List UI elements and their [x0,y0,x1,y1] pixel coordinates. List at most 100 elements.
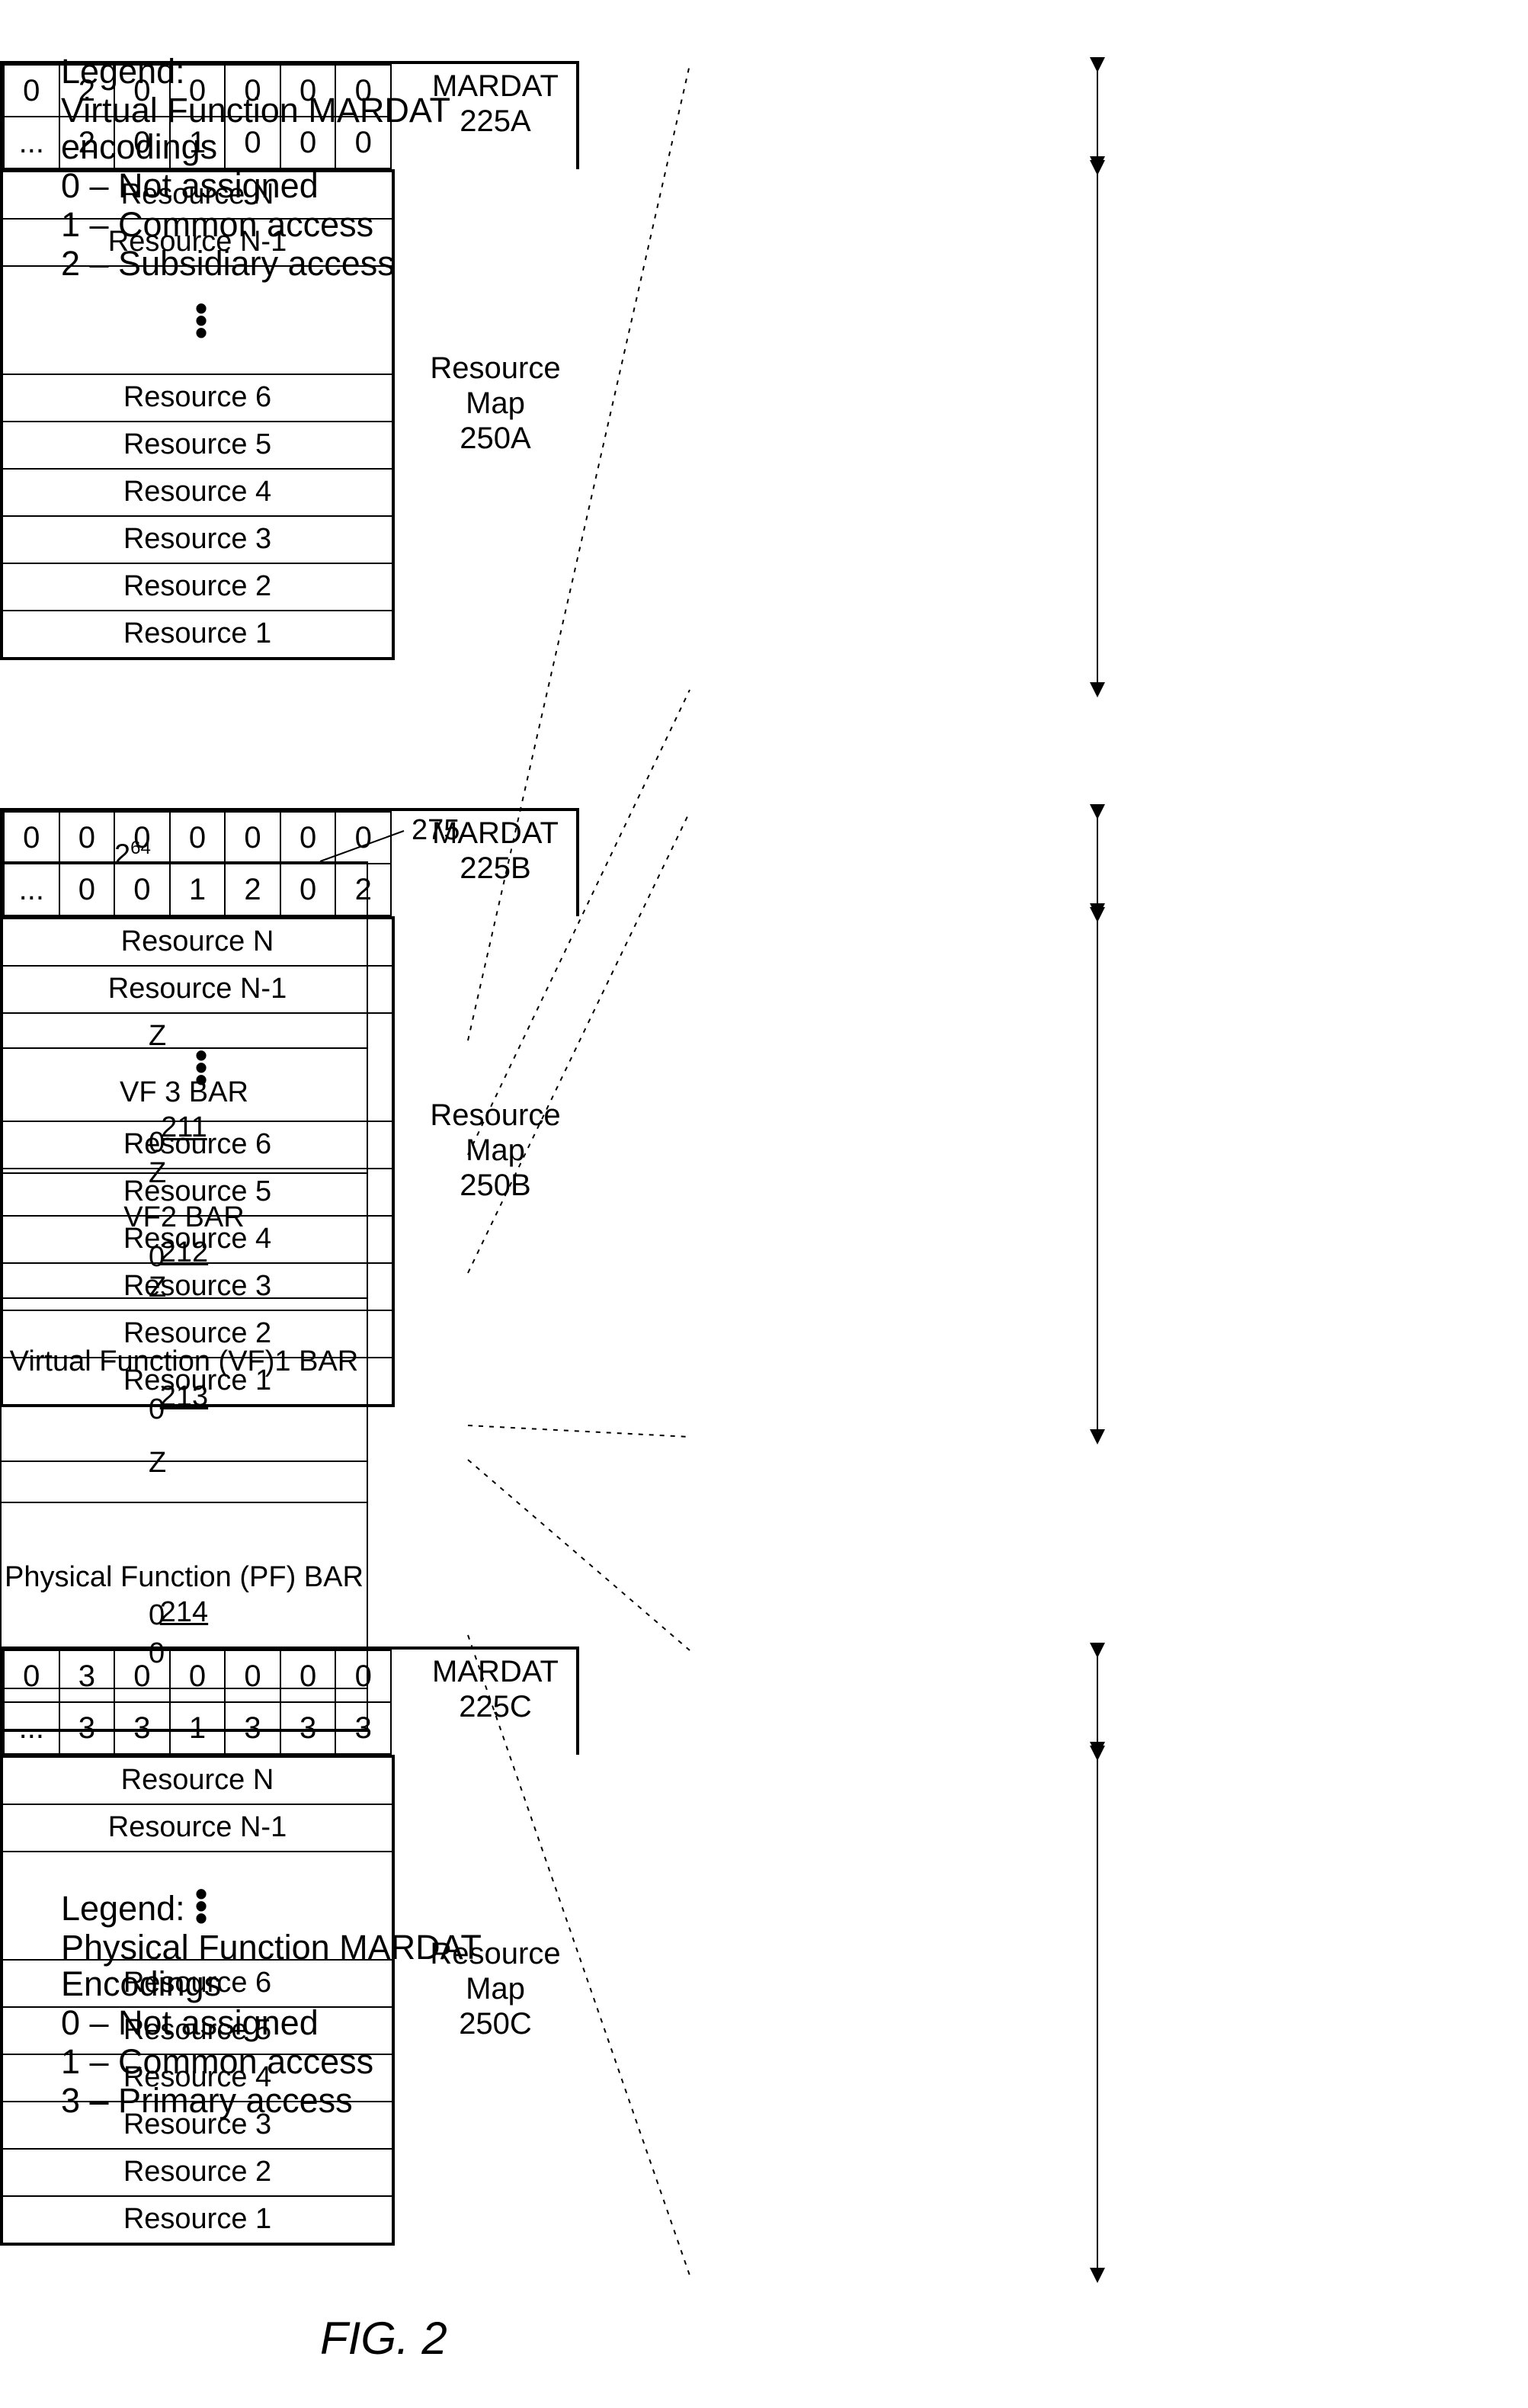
mardat-cell: 2 [59,117,115,168]
mardat-id-text: 225A [460,104,530,138]
mardat-cell: 3 [114,1702,170,1754]
resource-gap: ••• [3,265,392,374]
mardat-row: ... 2 0 1 0 0 0 [4,117,391,168]
mardat-row: ... 0 0 1 2 0 2 [4,864,391,915]
mardat-cell: 3 [280,1702,336,1754]
resource-row: Resource 5 [3,421,392,468]
resource-row: Resource N [3,172,392,218]
resource-row: Resource N-1 [3,218,392,265]
mardat-label-b: MARDAT 225B [412,816,579,886]
mardat-label-a: MARDAT 225A [412,69,579,139]
addr-seg-label: Physical Function (PF) BAR [5,1563,364,1593]
mardat-cell: 2 [335,864,391,915]
resource-block-c: Z Y 0 0 3 0 0 0 0 0 ... 3 3 1 3 [0,1646,579,2246]
mardat-cell: 0 [225,65,280,117]
resource-row: Resource 1 [3,1357,392,1404]
resource-row: Resource 5 [3,1168,392,1215]
resource-map-label-text: Resource Map [430,1937,560,2006]
mardat-label-text: MARDAT [432,1655,559,1688]
mardat-cell: 2 [59,65,115,117]
resource-row: Resource 4 [3,468,392,515]
resource-row: Resource 3 [3,1262,392,1310]
addr-seg-id: 214 [160,1598,208,1628]
mardat-cell: 1 [170,117,226,168]
resource-row: Resource 2 [3,563,392,610]
resource-row: Resource 3 [3,515,392,563]
mardat-cell: ... [4,1702,59,1754]
mardat-cell: 0 [4,812,59,864]
mardat-cell: 1 [170,1702,226,1754]
resource-row: Resource 6 [3,374,392,421]
mardat-cell: 0 [280,864,336,915]
mardat-cell: 0 [335,1650,391,1702]
mardat-cell: 0 [170,812,226,864]
mardat-cell: 0 [225,117,280,168]
mardat-cell: ... [4,864,59,915]
resource-row: Resource 3 [3,2101,392,2148]
resource-map-id-text: 250C [459,2007,532,2041]
resource-row: Resource N [3,919,392,965]
resource-row: Resource 4 [3,1215,392,1262]
resource-map-label-text: Resource Map [430,351,560,420]
mardat-id-text: 225C [459,1690,532,1723]
mardat-cell: 0 [114,864,170,915]
mardat-cell: 0 [335,65,391,117]
mardat-cell: 0 [280,117,336,168]
mardat-cell: 2 [225,864,280,915]
mardat-cell: 0 [335,117,391,168]
mardat-cell: 3 [225,1702,280,1754]
mardat-cell: 3 [59,1650,115,1702]
resource-map-a: Resource N Resource N-1 ••• Resource 6 R… [0,169,395,660]
mardat-row: ... 3 3 1 3 3 3 [4,1702,391,1754]
addr-seg-spacer [2,1461,367,1502]
mardat-cell: 0 [225,1650,280,1702]
mardat-cell: 0 [114,117,170,168]
resource-map-b: Resource N Resource N-1 ••• Resource 6 R… [0,916,395,1407]
mardat-label-c: MARDAT 225C [412,1654,579,1724]
addr-bound-z: Z [149,1448,166,1479]
resource-gap: ••• [3,1012,392,1121]
mardat-cell: 0 [225,812,280,864]
mardat-id-text: 225B [460,851,530,885]
resource-row: Resource 6 [3,1959,392,2006]
resource-map-label-a: Resource Map 250A [412,351,579,456]
resource-map-label-c: Resource Map 250C [412,1936,579,2041]
resource-map-label-text: Resource Map [430,1098,560,1167]
mardat-row: 0 3 0 0 0 0 0 [4,1650,391,1702]
resource-row: Resource 5 [3,2006,392,2054]
resource-map-label-b: Resource Map 250B [412,1098,579,1203]
resource-map-id-text: 250A [460,422,530,455]
mardat-cell: 0 [114,1650,170,1702]
resource-row: Resource N-1 [3,965,392,1012]
mardat-cell: ... [4,117,59,168]
mardat-label-text: MARDAT [432,69,559,103]
resource-row: Resource 2 [3,1310,392,1357]
resource-row: Resource 4 [3,2054,392,2101]
mardat-cell: 0 [280,812,336,864]
mardat-cell: 3 [335,1702,391,1754]
mardat-cell: 0 [280,1650,336,1702]
mardat-row: 0 0 0 0 0 0 0 [4,812,391,864]
mardat-cell: 1 [170,864,226,915]
mardat-cell: 0 [59,864,115,915]
mardat-cell: 0 [4,65,59,117]
mardat-cell: 0 [4,1650,59,1702]
resource-row: Resource N-1 [3,1804,392,1851]
resource-block-a: Z Y 0 0 2 0 0 0 0 0 ... 2 0 1 0 [0,61,579,660]
mardat-cell: 0 [114,812,170,864]
mardat-cell: 0 [280,65,336,117]
resource-block-b: Z Y 0 0 0 0 0 0 0 0 ... 0 0 1 2 [0,808,579,1407]
resource-row: Resource 1 [3,2195,392,2243]
figure-number: FIG. 2 [320,2314,447,2362]
resource-row: Resource 6 [3,1121,392,1168]
resource-row: Resource N [3,1758,392,1804]
resource-row: Resource 2 [3,2148,392,2195]
resource-map-id-text: 250B [460,1169,530,1202]
resource-row: Resource 1 [3,610,392,657]
mardat-cell: 0 [59,812,115,864]
mardat-cell: 0 [170,1650,226,1702]
resource-map-c: Resource N Resource N-1 ••• Resource 6 R… [0,1755,395,2246]
addr-bound-0: 0 [149,1601,165,1631]
figure-2: Legend: Virtual Function MARDAT encoding… [0,0,1528,2408]
mardat-row: 0 2 0 0 0 0 0 [4,65,391,117]
